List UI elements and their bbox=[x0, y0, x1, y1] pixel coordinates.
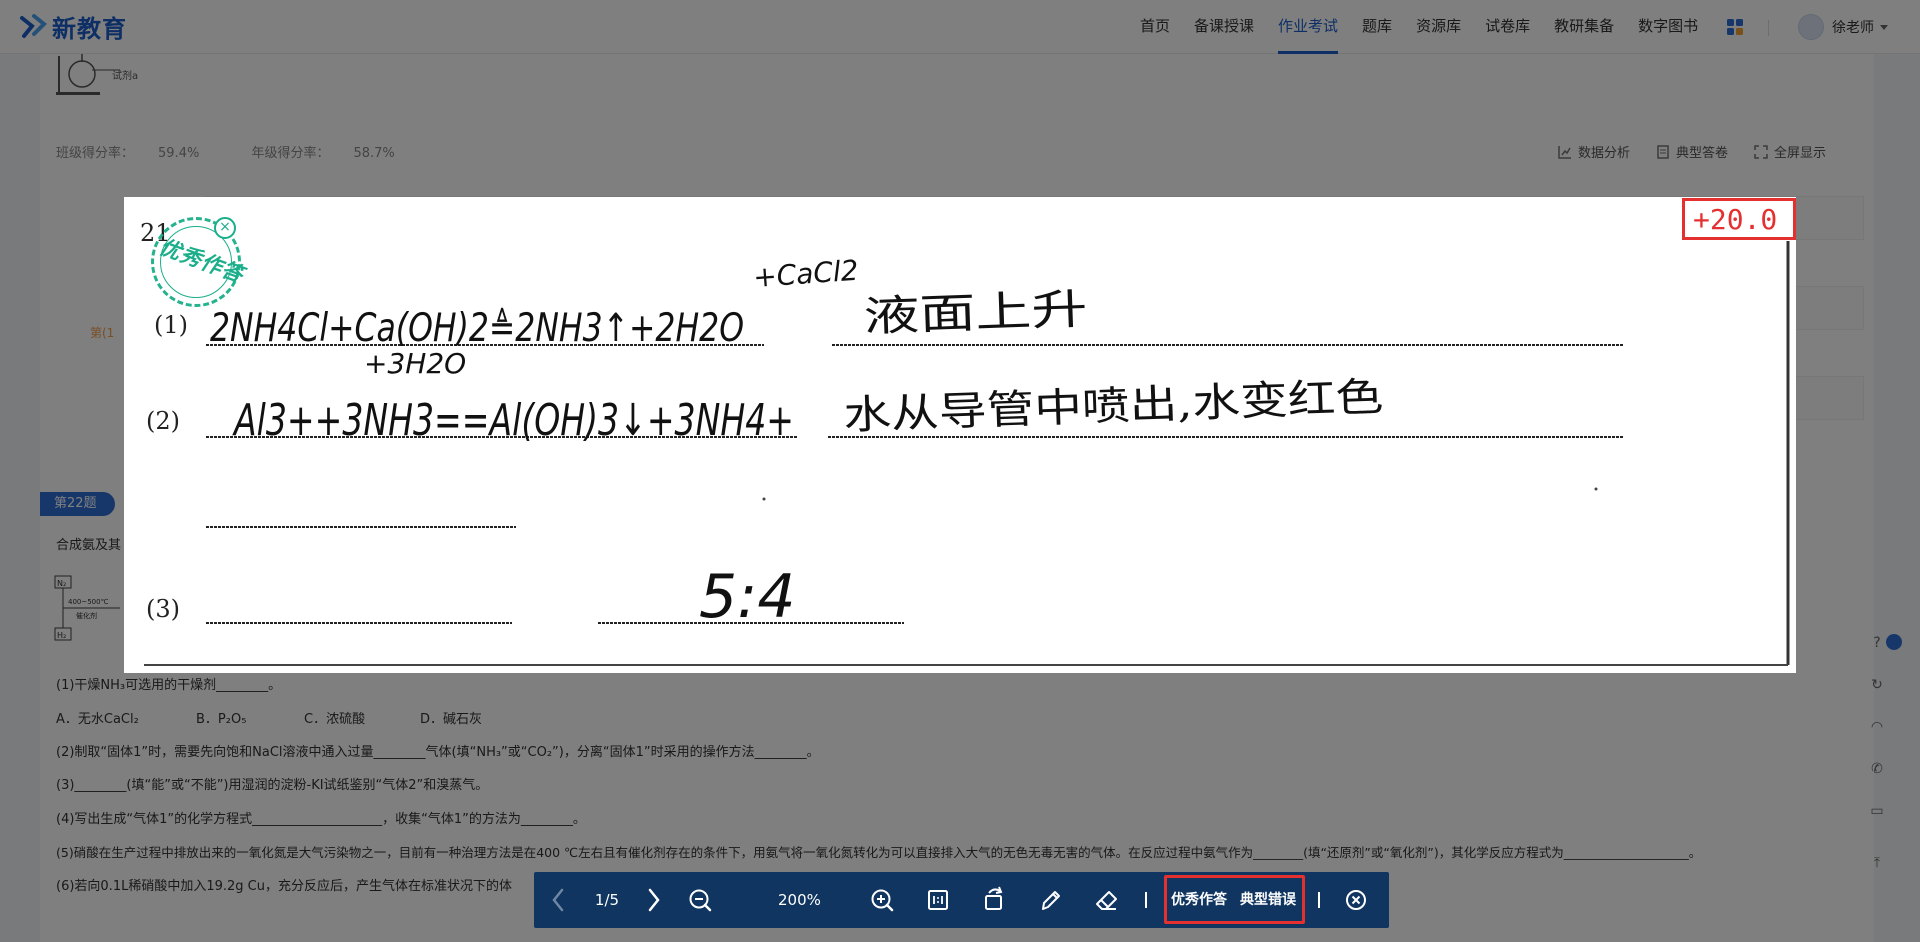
actual-size-icon bbox=[928, 890, 948, 910]
remove-stamp-close-icon[interactable]: × bbox=[214, 217, 236, 239]
zoom-out-icon bbox=[689, 889, 712, 912]
close-icon bbox=[1346, 890, 1366, 910]
score-badge: +20.0 bbox=[1682, 198, 1796, 240]
viewer-toolbar: 1/5 200% 优秀作答 典型错误 bbox=[534, 872, 1389, 928]
mark-typical-error-button[interactable]: 典型错误 bbox=[1240, 872, 1296, 928]
answer-image-viewer: 21 (1) (2) (3) +CaCl2 2NH4Cl+Ca(OH)2≜2NH… bbox=[124, 197, 1796, 673]
excellent-answer-stamp: 优秀作答 bbox=[143, 213, 255, 313]
zoom-level: 200% bbox=[778, 891, 821, 909]
eraser-button[interactable] bbox=[1092, 872, 1120, 928]
mark-excellent-answer-button[interactable]: 优秀作答 bbox=[1171, 872, 1227, 928]
zoom-out-button[interactable] bbox=[686, 872, 714, 928]
handwriting-part-1-equation: 2NH4Cl+Ca(OH)2≜2NH3↑+2H2O bbox=[210, 306, 744, 351]
pen-button[interactable] bbox=[1036, 872, 1064, 928]
zoom-in-button[interactable] bbox=[868, 872, 896, 928]
previous-page-button[interactable] bbox=[544, 872, 572, 928]
rotate-icon bbox=[985, 886, 1003, 910]
handwriting-part-1-answer: 液面上升 bbox=[863, 284, 1089, 341]
toolbar-divider bbox=[1318, 892, 1320, 908]
actual-size-button[interactable] bbox=[924, 872, 952, 928]
eraser-icon bbox=[1096, 891, 1117, 910]
handwriting-part-2-equation: Al3++3NH3==Al(OH)3↓+3NH4+ bbox=[232, 395, 794, 446]
part-3-label: (3) bbox=[146, 595, 180, 623]
chevron-right-icon bbox=[648, 888, 660, 912]
handwriting-part-1-below: +3H2O bbox=[364, 347, 466, 380]
chevron-left-icon bbox=[552, 888, 564, 912]
pen-icon bbox=[1042, 891, 1060, 910]
zoom-in-icon bbox=[871, 889, 894, 912]
part-2-label: (2) bbox=[146, 407, 180, 435]
part-1-label: (1) bbox=[154, 311, 188, 339]
handwriting-part-3-answer: 5:4 bbox=[699, 562, 796, 632]
page-indicator: 1/5 bbox=[594, 891, 620, 909]
toolbar-divider bbox=[1145, 892, 1147, 908]
handwriting-part-2-answer: 水从导管中喷出,水变红色 bbox=[843, 374, 1384, 439]
handwritten-answer-sheet: 21 (1) (2) (3) +CaCl2 2NH4Cl+Ca(OH)2≜2NH… bbox=[140, 219, 1790, 666]
next-page-button[interactable] bbox=[640, 872, 668, 928]
handwriting-part-1-above: +CaCl2 bbox=[752, 254, 859, 294]
rotate-button[interactable] bbox=[980, 872, 1008, 928]
close-viewer-button[interactable] bbox=[1342, 872, 1370, 928]
